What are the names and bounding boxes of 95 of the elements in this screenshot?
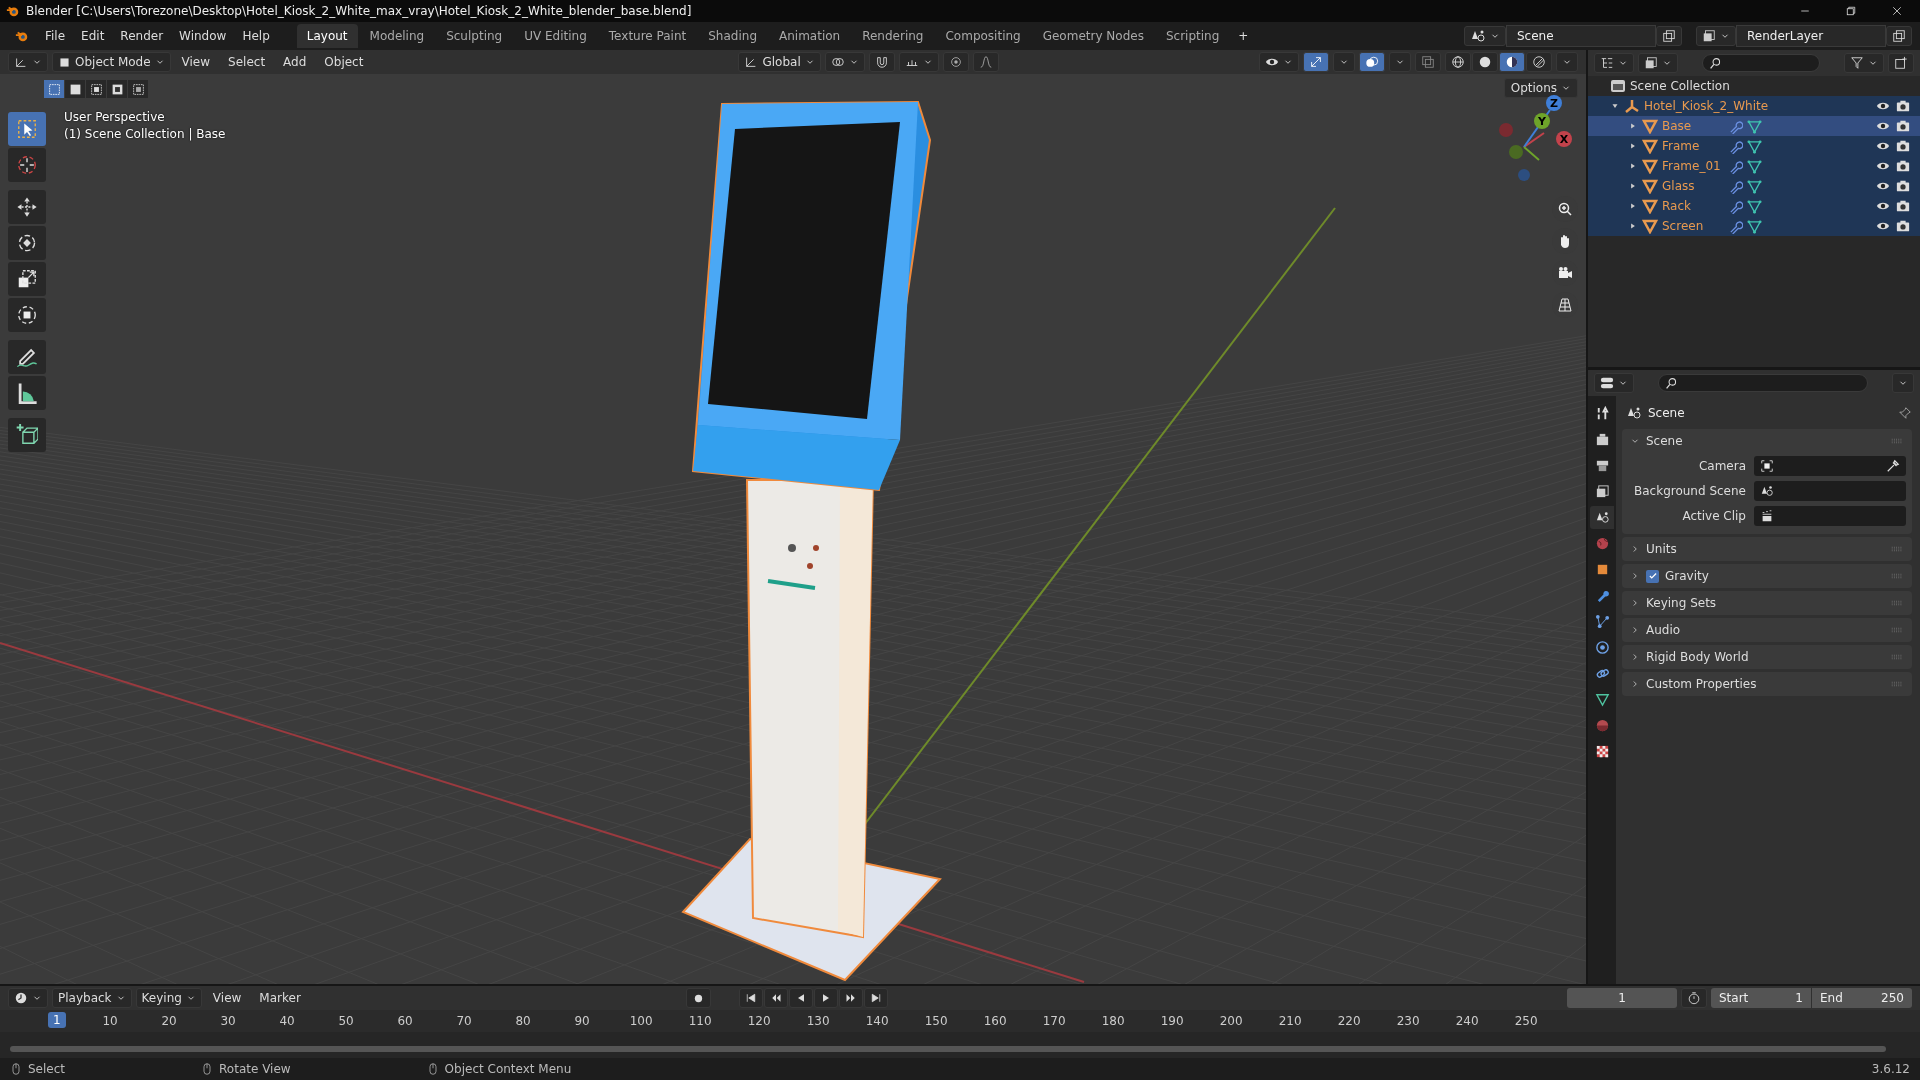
menu-dropdown[interactable]: Keying — [135, 988, 202, 1008]
menu-item[interactable]: View — [205, 988, 249, 1008]
axis-handle[interactable]: Y — [1534, 113, 1550, 129]
status-hint: Object Context Menu — [444, 1062, 572, 1076]
viewport-info-text: (1) Scene Collection | Base — [64, 127, 226, 141]
frame-number: 140 — [865, 1014, 889, 1028]
outliner-row[interactable]: Scene Collection — [1588, 76, 1920, 96]
collection-name: Scene Collection — [1630, 79, 1730, 93]
frame-ruler[interactable]: 1 10 20 30 40 50 60 70 80 90 100 110 120 130 140 150 160 170 180 190 200 210 220 230 240 250 — [0, 1010, 1920, 1032]
outliner-row[interactable]: Frame — [1588, 136, 1920, 156]
menu-item[interactable]: Select — [221, 52, 273, 72]
frame-number: 130 — [806, 1014, 830, 1028]
scene-name-field[interactable]: Scene — [1506, 25, 1656, 47]
workspace-tab[interactable]: UV Editing — [514, 24, 597, 48]
outliner-row[interactable]: Glass — [1588, 176, 1920, 196]
menu-item[interactable]: File — [38, 26, 73, 46]
outliner-row[interactable]: Frame_01 — [1588, 156, 1920, 176]
outliner-row[interactable]: Screen — [1588, 216, 1920, 236]
mode-dropdown[interactable]: Object Mode — [52, 52, 171, 72]
frame-number: 200 — [1219, 1014, 1243, 1028]
menu-item[interactable]: Window — [172, 26, 234, 46]
menu-item[interactable]: Add — [276, 52, 314, 72]
frame-number: 90 — [574, 1014, 590, 1028]
add-workspace-button[interactable]: + — [1231, 26, 1256, 46]
status-hint: Rotate View — [219, 1062, 291, 1076]
version-label: 3.6.12 — [1871, 1062, 1910, 1076]
field-label: Camera — [1697, 458, 1746, 473]
options-dropdown[interactable]: Options — [1503, 78, 1578, 98]
frame-number: 60 — [397, 1014, 413, 1028]
frame-number: 160 — [983, 1014, 1007, 1028]
panel-header[interactable]: Keying Sets — [1622, 591, 1912, 615]
field-label: Active Clip — [1681, 508, 1746, 523]
frame-number: 220 — [1337, 1014, 1361, 1028]
start-frame-field[interactable]: Start 1 — [1711, 988, 1811, 1008]
frame-number: 40 — [279, 1014, 295, 1028]
frame-number: 120 — [747, 1014, 771, 1028]
status-hint: Select — [28, 1062, 66, 1076]
menu-item[interactable]: Marker — [252, 988, 308, 1008]
object-name: Frame — [1662, 139, 1701, 153]
outliner-row[interactable]: Rack — [1588, 196, 1920, 216]
frame-number: 110 — [688, 1014, 712, 1028]
axis-handle[interactable]: Z — [1546, 95, 1562, 111]
frame-number: 70 — [456, 1014, 472, 1028]
object-name: Frame_01 — [1662, 159, 1722, 173]
object-name: Rack — [1662, 199, 1692, 213]
workspace-tab[interactable]: Rendering — [852, 24, 934, 48]
menu-item[interactable]: View — [174, 52, 218, 72]
frame-number: 10 — [102, 1014, 118, 1028]
frame-number: 30 — [220, 1014, 236, 1028]
frame-number: 230 — [1396, 1014, 1420, 1028]
object-name: Screen — [1662, 219, 1705, 233]
outliner-row[interactable]: Base — [1588, 116, 1920, 136]
frame-number: 50 — [338, 1014, 354, 1028]
frame-number: 20 — [161, 1014, 177, 1028]
frame-number: 210 — [1278, 1014, 1302, 1028]
menu-item[interactable]: Help — [235, 26, 277, 46]
menu-item[interactable]: Object — [317, 52, 371, 72]
panel-header[interactable]: Scene — [1622, 429, 1912, 453]
menu-dropdown[interactable]: Playback — [52, 988, 132, 1008]
workspace-tab[interactable]: Texture Paint — [598, 24, 697, 48]
context-title: Scene — [1648, 406, 1686, 420]
frame-number: 100 — [629, 1014, 653, 1028]
workspace-tab[interactable]: Geometry Nodes — [1032, 24, 1154, 48]
workspace-tab[interactable]: Sculpting — [436, 24, 513, 48]
frame-number: 150 — [924, 1014, 948, 1028]
current-frame-field[interactable]: 1 — [1567, 988, 1677, 1008]
frame-number: 250 — [1514, 1014, 1538, 1028]
frame-number: 170 — [1042, 1014, 1066, 1028]
viewport-info-text: User Perspective — [64, 110, 166, 124]
frame-number: 240 — [1455, 1014, 1479, 1028]
field-label: Background Scene — [1633, 483, 1746, 498]
view-layer-name-field[interactable]: RenderLayer — [1736, 25, 1886, 47]
axis-handle[interactable]: X — [1556, 131, 1572, 147]
workspace-tab[interactable]: Layout — [296, 24, 358, 48]
panel-header[interactable]: Gravity — [1622, 564, 1912, 588]
end-frame-field[interactable]: End 250 — [1812, 988, 1912, 1008]
workspace-tab[interactable]: Compositing — [935, 24, 1031, 48]
frame-number: 180 — [1101, 1014, 1125, 1028]
playhead-frame[interactable]: 1 — [48, 1012, 66, 1028]
menu-item[interactable]: Render — [113, 26, 171, 46]
panel-header[interactable]: Units — [1622, 537, 1912, 561]
panel-header[interactable]: Rigid Body World — [1622, 645, 1912, 669]
workspace-tab[interactable]: Scripting — [1155, 24, 1230, 48]
frame-number: 80 — [515, 1014, 531, 1028]
panel-header[interactable]: Audio — [1622, 618, 1912, 642]
orientation-dropdown[interactable]: Global — [738, 52, 821, 72]
object-name: Base — [1662, 119, 1693, 133]
object-name: Glass — [1662, 179, 1696, 193]
window-title: Blender [C:\Users\Torezone\Desktop\Hotel_Kiosk_2_White_max_vray\Hotel_Kiosk_2_White_blender_base.blend] — [26, 4, 693, 18]
frame-number: 190 — [1160, 1014, 1184, 1028]
workspace-tab[interactable]: Modeling — [359, 24, 435, 48]
workspace-tab[interactable]: Animation — [769, 24, 851, 48]
menu-item[interactable]: Edit — [74, 26, 112, 46]
panel-header[interactable]: Custom Properties — [1622, 672, 1912, 696]
workspace-tab[interactable]: Shading — [698, 24, 767, 48]
